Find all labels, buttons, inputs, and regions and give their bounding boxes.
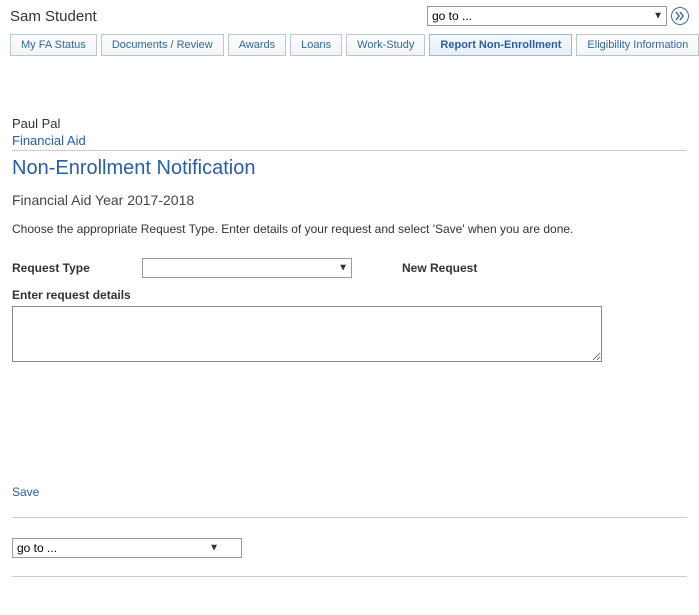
request-details-textarea[interactable] xyxy=(12,306,602,362)
request-details-label: Enter request details xyxy=(12,288,687,302)
chevron-double-right-icon xyxy=(675,11,685,21)
nav-tabs: My FA Status Documents / Review Awards L… xyxy=(10,34,689,56)
aid-year-heading: Financial Aid Year 2017-2018 xyxy=(12,192,687,208)
page-title: Non-Enrollment Notification xyxy=(12,157,687,180)
request-type-label: Request Type xyxy=(12,261,142,275)
instructions-text: Choose the appropriate Request Type. Ent… xyxy=(12,220,687,238)
tab-work-study[interactable]: Work-Study xyxy=(346,34,425,56)
divider xyxy=(12,517,687,518)
divider xyxy=(12,576,687,577)
logged-in-name: Sam Student xyxy=(10,8,97,25)
breadcrumb[interactable]: Financial Aid xyxy=(12,133,687,151)
student-name: Paul Pal xyxy=(12,116,687,131)
save-button[interactable]: Save xyxy=(12,485,39,499)
tab-documents-review[interactable]: Documents / Review xyxy=(101,34,224,56)
tab-loans[interactable]: Loans xyxy=(290,34,342,56)
tab-report-non-enrollment[interactable]: Report Non-Enrollment xyxy=(429,34,572,56)
goto-select-bottom[interactable]: go to ... xyxy=(12,538,242,558)
tab-eligibility-information[interactable]: Eligibility Information xyxy=(576,34,699,56)
request-status: New Request xyxy=(402,261,477,275)
request-type-select[interactable] xyxy=(142,258,352,278)
tab-my-fa-status[interactable]: My FA Status xyxy=(10,34,97,56)
goto-go-button[interactable] xyxy=(671,7,689,25)
goto-select-top[interactable]: go to ... xyxy=(427,6,667,26)
tab-awards[interactable]: Awards xyxy=(228,34,286,56)
